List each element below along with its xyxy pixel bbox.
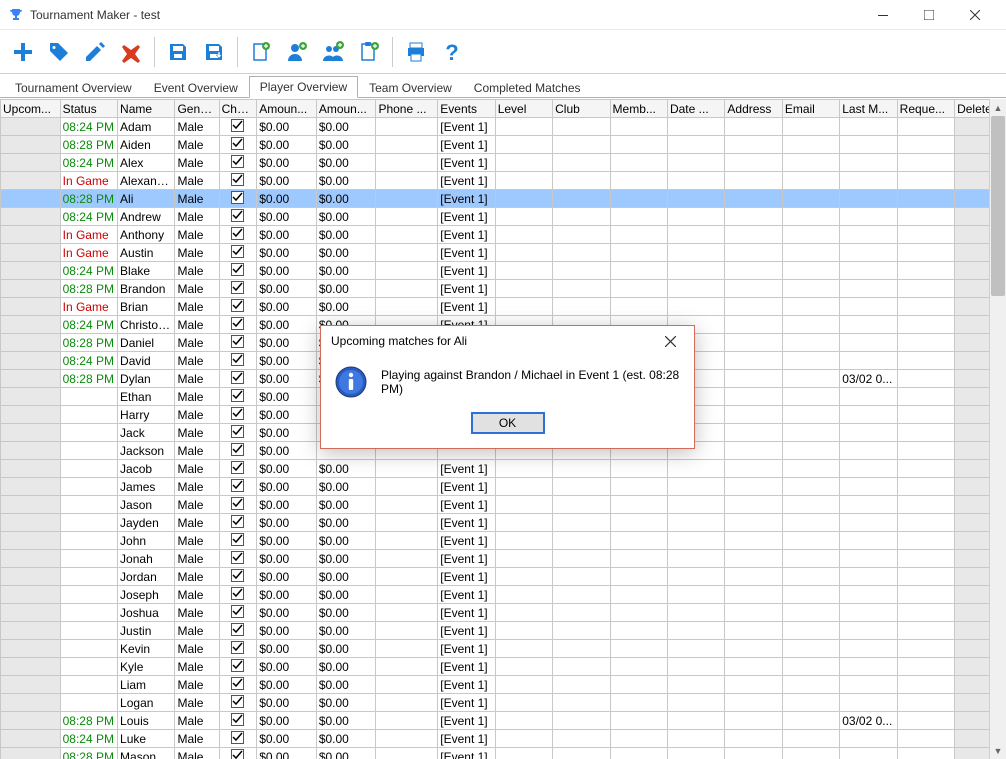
- table-row[interactable]: 08:28 PMBrandonMale$0.00$0.00[Event 1]: [1, 280, 1006, 298]
- dialog-title: Upcoming matches for Ali: [331, 334, 467, 348]
- tabs: Tournament OverviewEvent OverviewPlayer …: [0, 74, 1006, 98]
- table-row[interactable]: JacobMale$0.00$0.00[Event 1]: [1, 460, 1006, 478]
- table-row[interactable]: 08:28 PMAliMale$0.00$0.00[Event 1]: [1, 190, 1006, 208]
- close-button[interactable]: [952, 0, 998, 30]
- help-button[interactable]: ?: [435, 35, 469, 69]
- save-as-button[interactable]: [197, 35, 231, 69]
- table-row[interactable]: In GameBrianMale$0.00$0.00[Event 1]: [1, 298, 1006, 316]
- toolbar-separator: [237, 37, 238, 67]
- toolbar: ?: [0, 30, 1006, 74]
- table-row[interactable]: 08:24 PMAdamMale$0.00$0.00[Event 1]: [1, 118, 1006, 136]
- save-button[interactable]: [161, 35, 195, 69]
- delete-button[interactable]: [114, 35, 148, 69]
- table-row[interactable]: KyleMale$0.00$0.00[Event 1]: [1, 658, 1006, 676]
- column-header[interactable]: Amoun...: [257, 100, 317, 118]
- column-header[interactable]: Last M...: [840, 100, 897, 118]
- toolbar-separator: [154, 37, 155, 67]
- column-header[interactable]: Name: [118, 100, 175, 118]
- column-header[interactable]: Reque...: [897, 100, 954, 118]
- table-row[interactable]: JasonMale$0.00$0.00[Event 1]: [1, 496, 1006, 514]
- table-row[interactable]: 08:24 PMAlexMale$0.00$0.00[Event 1]: [1, 154, 1006, 172]
- table-row[interactable]: KevinMale$0.00$0.00[Event 1]: [1, 640, 1006, 658]
- add-button[interactable]: [6, 35, 40, 69]
- tab-completed-matches[interactable]: Completed Matches: [463, 77, 592, 98]
- table-row[interactable]: JordanMale$0.00$0.00[Event 1]: [1, 568, 1006, 586]
- maximize-button[interactable]: [906, 0, 952, 30]
- scroll-up-icon[interactable]: ▲: [990, 99, 1006, 116]
- scrollbar-thumb[interactable]: [991, 116, 1005, 296]
- column-header[interactable]: Date ...: [667, 100, 724, 118]
- table-row[interactable]: 08:28 PMAidenMale$0.00$0.00[Event 1]: [1, 136, 1006, 154]
- table-row[interactable]: 08:24 PMAndrewMale$0.00$0.00[Event 1]: [1, 208, 1006, 226]
- column-header[interactable]: Level: [495, 100, 552, 118]
- table-row[interactable]: 08:28 PMLouisMale$0.00$0.00[Event 1]03/0…: [1, 712, 1006, 730]
- column-header[interactable]: Events: [438, 100, 495, 118]
- table-row[interactable]: JamesMale$0.00$0.00[Event 1]: [1, 478, 1006, 496]
- new-doc-button[interactable]: [244, 35, 278, 69]
- print-button[interactable]: [399, 35, 433, 69]
- column-header[interactable]: Check...: [219, 100, 257, 118]
- tab-event-overview[interactable]: Event Overview: [143, 77, 249, 98]
- info-icon: [335, 366, 367, 398]
- add-person-button[interactable]: [280, 35, 314, 69]
- toolbar-separator: [392, 37, 393, 67]
- window-title: Tournament Maker - test: [30, 8, 860, 22]
- edit-button[interactable]: [78, 35, 112, 69]
- tag-button[interactable]: [42, 35, 76, 69]
- table-row[interactable]: JaydenMale$0.00$0.00[Event 1]: [1, 514, 1006, 532]
- tab-tournament-overview[interactable]: Tournament Overview: [4, 77, 143, 98]
- table-row[interactable]: 08:24 PMLukeMale$0.00$0.00[Event 1]: [1, 730, 1006, 748]
- table-row[interactable]: LiamMale$0.00$0.00[Event 1]: [1, 676, 1006, 694]
- titlebar: Tournament Maker - test: [0, 0, 1006, 30]
- trophy-icon: [8, 7, 24, 23]
- ok-button[interactable]: OK: [471, 412, 545, 434]
- dialog-close-button[interactable]: [656, 330, 684, 352]
- clipboard-button[interactable]: [352, 35, 386, 69]
- column-header[interactable]: Gender: [175, 100, 219, 118]
- svg-text:?: ?: [445, 40, 458, 64]
- tab-team-overview[interactable]: Team Overview: [358, 77, 463, 98]
- table-row[interactable]: JosephMale$0.00$0.00[Event 1]: [1, 586, 1006, 604]
- column-header[interactable]: Upcom...: [1, 100, 61, 118]
- column-header[interactable]: Amoun...: [316, 100, 376, 118]
- table-row[interactable]: JustinMale$0.00$0.00[Event 1]: [1, 622, 1006, 640]
- table-row[interactable]: In GameAnthonyMale$0.00$0.00[Event 1]: [1, 226, 1006, 244]
- vertical-scrollbar[interactable]: ▲ ▼: [989, 99, 1006, 759]
- table-row[interactable]: In GameAlexanderMale$0.00$0.00[Event 1]: [1, 172, 1006, 190]
- column-header[interactable]: Address: [725, 100, 782, 118]
- table-row[interactable]: 08:24 PMBlakeMale$0.00$0.00[Event 1]: [1, 262, 1006, 280]
- dialog-message: Playing against Brandon / Michael in Eve…: [381, 368, 680, 396]
- table-row[interactable]: JonahMale$0.00$0.00[Event 1]: [1, 550, 1006, 568]
- scroll-down-icon[interactable]: ▼: [990, 742, 1006, 759]
- tab-player-overview[interactable]: Player Overview: [249, 76, 358, 98]
- table-row[interactable]: JoshuaMale$0.00$0.00[Event 1]: [1, 604, 1006, 622]
- add-group-button[interactable]: [316, 35, 350, 69]
- table-row[interactable]: In GameAustinMale$0.00$0.00[Event 1]: [1, 244, 1006, 262]
- table-row[interactable]: LoganMale$0.00$0.00[Event 1]: [1, 694, 1006, 712]
- upcoming-matches-dialog: Upcoming matches for Ali Playing against…: [320, 325, 695, 449]
- column-header[interactable]: Memb...: [610, 100, 667, 118]
- minimize-button[interactable]: [860, 0, 906, 30]
- column-header[interactable]: Email: [782, 100, 839, 118]
- table-row[interactable]: JohnMale$0.00$0.00[Event 1]: [1, 532, 1006, 550]
- column-header[interactable]: Phone ...: [376, 100, 438, 118]
- table-row[interactable]: 08:28 PMMasonMale$0.00$0.00[Event 1]: [1, 748, 1006, 759]
- column-header[interactable]: Status: [60, 100, 117, 118]
- column-header[interactable]: Club: [553, 100, 610, 118]
